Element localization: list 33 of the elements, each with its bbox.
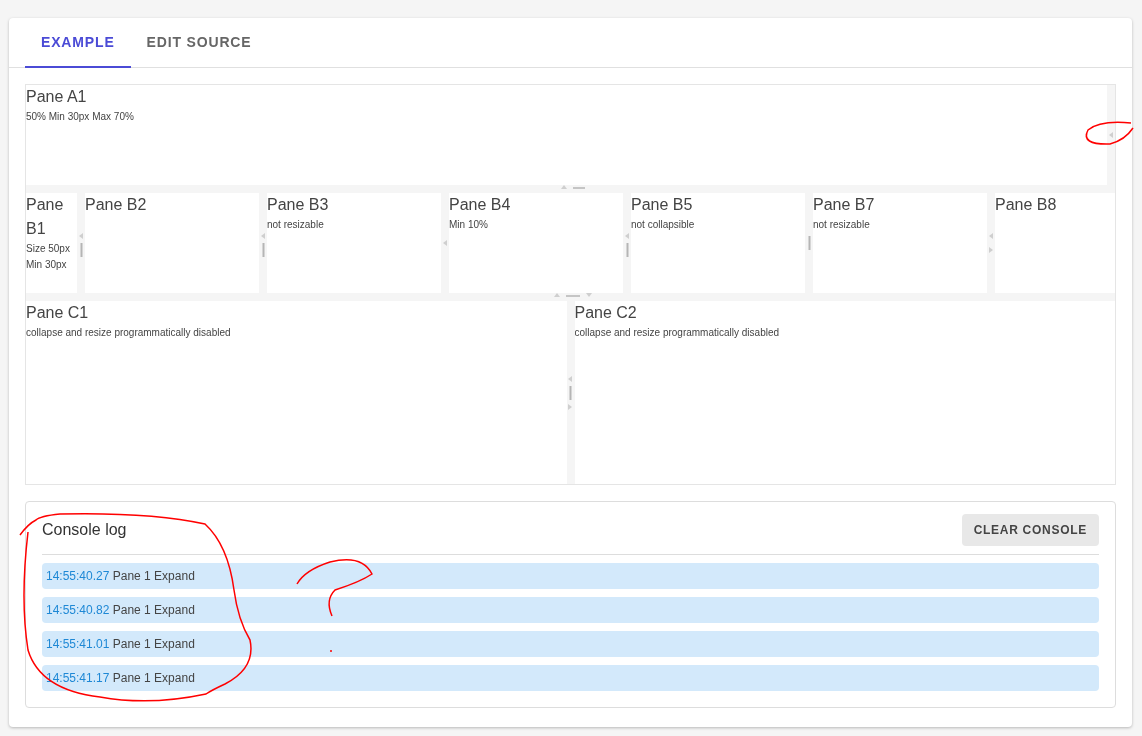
pane-title: Pane B3 xyxy=(267,195,330,215)
tab[interactable]: EDIT SOURCE xyxy=(130,18,268,68)
log-time: 14:55:41.17 xyxy=(46,671,110,685)
log-message: Pane 1 Expand xyxy=(111,637,195,651)
tab[interactable]: EXAMPLE xyxy=(25,18,131,68)
log-message: Pane 1 Expand xyxy=(111,671,195,685)
pane-title: Pane B8 xyxy=(995,195,1058,215)
clear-console-button[interactable]: CLEAR CONSOLE xyxy=(961,514,1099,546)
pane-note: Size 50px Min 30px xyxy=(26,242,71,272)
log-message: Pane 1 Expand xyxy=(111,569,195,583)
pane-note: collapse and resize programmatically disabled xyxy=(26,326,232,340)
log-time: 14:55:40.27 xyxy=(46,569,110,583)
pane-note: 50% Min 30px Max 70% xyxy=(26,110,135,124)
pane-title: Pane B4 xyxy=(449,195,512,215)
pane-title: Pane C1 xyxy=(26,303,90,323)
pane-note: collapse and resize programmatically disabled xyxy=(574,326,781,340)
pane-note: Min 10% xyxy=(449,218,489,232)
pane-title: Pane C2 xyxy=(574,303,638,323)
console-title: Console log xyxy=(42,520,127,540)
pane-note: not resizable xyxy=(267,218,325,232)
log-time: 14:55:41.01 xyxy=(46,637,110,651)
splitter-grip-icon[interactable] xyxy=(806,236,812,250)
pane-title: Pane A1 xyxy=(26,87,88,107)
pane-note: not resizable xyxy=(813,218,871,232)
pane-note: not collapsible xyxy=(631,218,696,232)
log-message: Pane 1 Expand xyxy=(111,603,195,617)
hand-drawn-dot xyxy=(330,650,332,652)
hand-drawn-loop xyxy=(1085,121,1134,145)
pane-title: Pane B1 xyxy=(26,195,65,239)
pane-title: Pane B2 xyxy=(85,195,148,215)
pane-title: Pane B5 xyxy=(631,195,694,215)
log-time: 14:55:40.82 xyxy=(46,603,110,617)
pane-title: Pane B7 xyxy=(813,195,876,215)
